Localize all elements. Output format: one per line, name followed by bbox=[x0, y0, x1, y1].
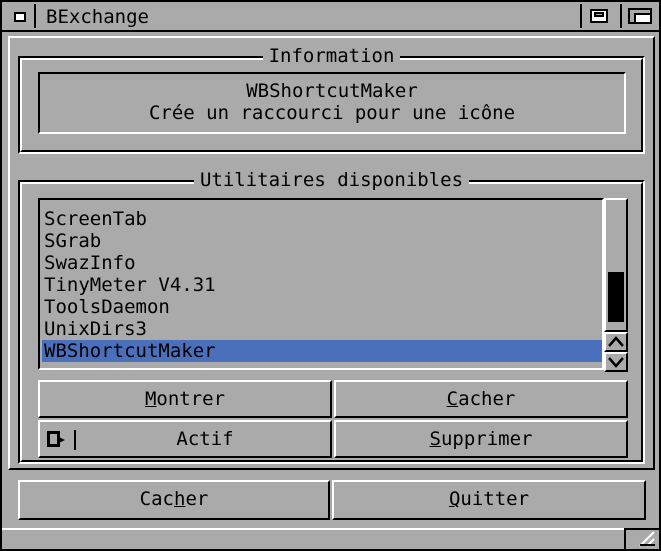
list-item[interactable]: ToolsDaemon bbox=[42, 296, 602, 318]
utilities-list[interactable]: ScreenTab SGrab SwazInfo TinyMeter V4.31… bbox=[38, 198, 604, 370]
cycle-icon bbox=[47, 431, 65, 447]
bexchange-window: BExchange Information WBShortcutMaker Cr… bbox=[0, 0, 661, 551]
title-bar[interactable]: BExchange bbox=[2, 2, 659, 32]
resize-gadget[interactable] bbox=[624, 528, 659, 549]
delete-button-hotkey: S bbox=[429, 428, 441, 450]
show-button-hotkey: M bbox=[144, 388, 157, 410]
hide-button[interactable]: Cacher bbox=[334, 380, 628, 418]
list-item[interactable]: ScreenTab bbox=[42, 208, 602, 230]
list-item[interactable]: TinyMeter V4.31 bbox=[42, 274, 602, 296]
utilities-group: Utilitaires disponibles ScreenTab SGrab … bbox=[18, 169, 645, 464]
quit-button-label: uitter bbox=[460, 488, 530, 510]
quit-button-hotkey: Q bbox=[448, 488, 461, 510]
chevron-down-icon bbox=[608, 357, 624, 368]
iconify-gadget[interactable] bbox=[580, 4, 618, 28]
info-description: Crée un raccourci pour une icône bbox=[148, 102, 516, 124]
window-title: BExchange bbox=[46, 6, 149, 28]
scrollbar-thumb[interactable] bbox=[608, 272, 624, 322]
hide-window-label-a: Cac bbox=[139, 488, 174, 510]
hide-window-hotkey: h bbox=[173, 488, 186, 510]
depth-gadget[interactable] bbox=[620, 4, 658, 28]
iconify-icon-inner bbox=[594, 12, 604, 17]
active-cycle-gadget[interactable]: Actif bbox=[38, 420, 332, 458]
list-item[interactable]: SwazInfo bbox=[42, 252, 602, 274]
hide-button-label: acher bbox=[458, 388, 516, 410]
scroll-down-button[interactable] bbox=[604, 352, 628, 372]
close-icon bbox=[14, 12, 26, 22]
information-box: WBShortcutMaker Crée un raccourci pour u… bbox=[38, 72, 626, 134]
information-group: Information WBShortcutMaker Crée un racc… bbox=[18, 45, 645, 154]
quit-button[interactable]: Quitter bbox=[332, 480, 646, 520]
close-gadget[interactable] bbox=[4, 4, 36, 28]
scrollbar-track[interactable] bbox=[604, 198, 628, 332]
hide-button-hotkey: C bbox=[446, 388, 459, 410]
hide-window-label-b: er bbox=[185, 488, 209, 510]
show-button[interactable]: Montrer bbox=[38, 380, 332, 418]
window-bottom-border bbox=[2, 528, 659, 549]
resize-icon bbox=[639, 531, 655, 547]
cycle-separator bbox=[74, 430, 76, 450]
list-item[interactable]: SGrab bbox=[42, 230, 602, 252]
scroll-up-button[interactable] bbox=[604, 332, 628, 352]
show-button-label: ontrer bbox=[156, 388, 226, 410]
chevron-up-icon bbox=[608, 336, 624, 347]
delete-button-label: upprimer bbox=[440, 428, 533, 450]
list-item[interactable]: UnixDirs3 bbox=[42, 318, 602, 340]
list-item-selected[interactable]: WBShortcutMaker bbox=[42, 340, 602, 362]
depth-icon-front bbox=[634, 13, 652, 24]
active-cycle-label: Actif bbox=[176, 428, 234, 450]
info-name: WBShortcutMaker bbox=[246, 80, 418, 102]
delete-button[interactable]: Supprimer bbox=[334, 420, 628, 458]
hide-window-button[interactable]: Cacher bbox=[18, 480, 330, 520]
